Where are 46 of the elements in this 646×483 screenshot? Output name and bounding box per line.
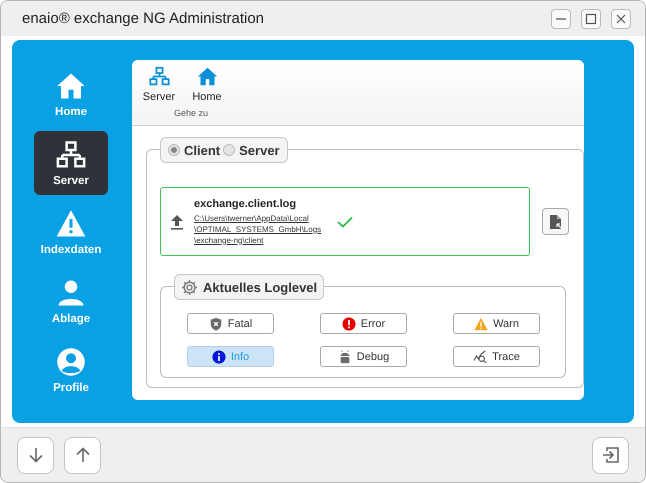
exit-icon [602,446,620,464]
log-file-name: exchange.client.log [194,198,298,210]
loglevel-button[interactable]: Debug [320,346,407,367]
maximize-button[interactable] [581,8,601,28]
loglevel-title: Aktuelles Loglevel [203,280,318,294]
info-icon [212,350,226,364]
check-icon [337,216,354,228]
chart-search-icon [473,350,488,364]
log-path-link[interactable]: \OPTIMAL_SYSTEMS_GmbH\Logs [194,224,322,234]
file-icon [548,214,562,230]
profile-icon [56,346,86,376]
log-path-link[interactable]: \exchange-ng\client [194,234,322,246]
arrow-up-icon [74,446,92,464]
error-icon [342,316,356,330]
ribbon-button[interactable]: Server [142,66,176,103]
warning-icon [474,316,488,330]
person-icon [56,278,86,308]
minimize-button[interactable] [551,8,571,28]
ribbon-button[interactable]: Home [190,66,224,103]
network-icon [148,66,170,87]
loglevel-button[interactable]: Error [320,313,407,334]
robot-icon [338,350,352,364]
mode-radio[interactable]: Client [168,142,220,158]
mode-radio[interactable]: Server [223,142,280,158]
sidebar-item[interactable]: Server [34,131,108,195]
gear-icon [181,278,198,296]
log-path-link[interactable]: C:\Users\twerner\AppData\Local [194,212,322,224]
close-icon [615,12,627,24]
exit-button[interactable] [592,436,629,474]
warning-icon [56,208,86,238]
loglevel-button[interactable]: Fatal [187,313,274,334]
loglevel-button[interactable]: Trace [453,346,540,367]
move-down-button[interactable] [17,436,54,474]
maximize-icon [585,12,597,24]
network-icon [56,140,86,170]
loglevel-button[interactable]: Warn [453,313,540,334]
upload-icon [170,214,184,230]
home-icon [56,70,86,100]
group-label: Gehe zu [174,108,210,118]
move-up-button[interactable] [64,436,101,474]
close-button[interactable] [611,8,631,28]
shield-icon [208,316,223,330]
home-icon [196,66,218,87]
window-title: enaio® exchange NG Administration [22,10,266,27]
open-file-button[interactable] [542,208,569,235]
arrow-down-icon [26,446,44,464]
